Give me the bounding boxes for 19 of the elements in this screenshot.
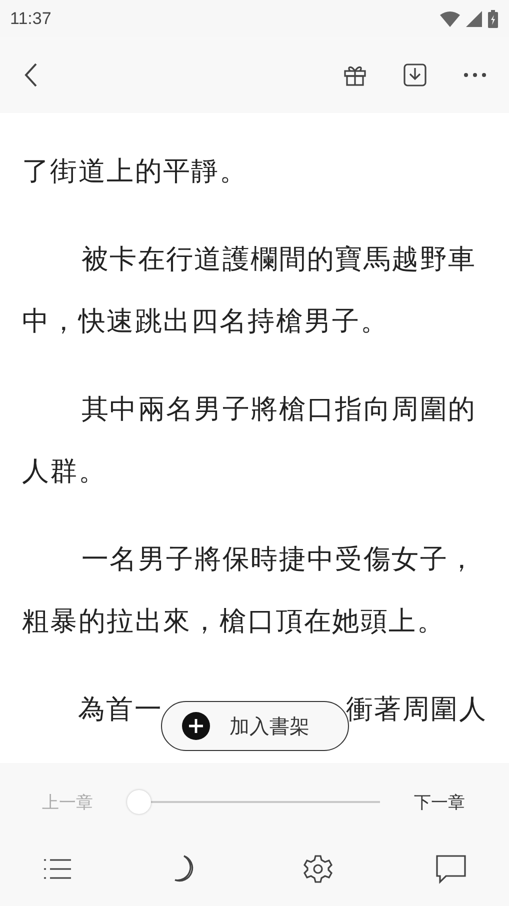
paragraph-text: 衝著周圍人 <box>346 693 487 727</box>
comment-icon <box>434 854 467 884</box>
paragraph-text: 其中兩名男子將槍口指向周圍的人群。 <box>22 393 478 489</box>
back-icon <box>24 62 38 88</box>
paragraph-text: 一名男子將保時捷中受傷女子，粗暴的拉出來，槍口頂在她頭上。 <box>22 543 478 639</box>
paragraph-text: 為首一 <box>78 693 163 727</box>
status-time: 11:37 <box>10 8 52 28</box>
slider-thumb[interactable] <box>127 790 151 814</box>
battery-icon <box>488 10 498 28</box>
signal-icon <box>466 10 482 26</box>
wifi-icon <box>440 10 460 26</box>
paragraph-text: 被卡在行道護欄間的寶馬越野車中，快速跳出四名持槍男子。 <box>22 243 478 339</box>
plus-icon <box>182 712 210 740</box>
menu-icon <box>44 858 72 880</box>
settings-icon <box>302 854 333 884</box>
next-chapter-button[interactable]: 下一章 <box>410 786 469 818</box>
more-icon <box>463 72 487 78</box>
paragraph-text: 了街道上的平靜。 <box>22 155 249 189</box>
download-icon <box>403 63 427 87</box>
